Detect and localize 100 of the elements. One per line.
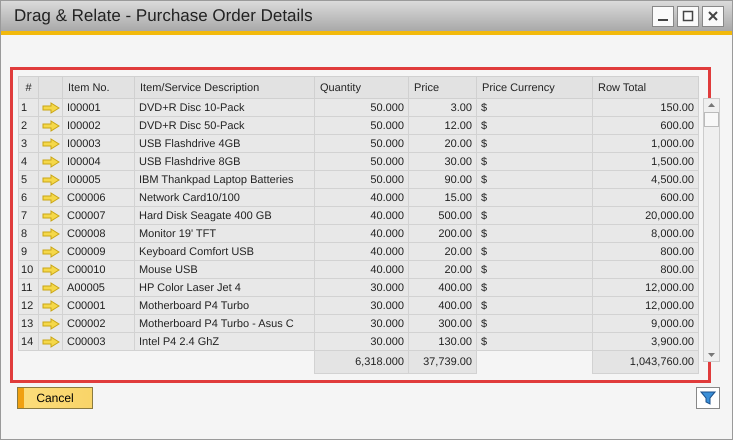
table-cell: 90.00	[408, 170, 476, 188]
link-arrow-icon[interactable]	[42, 102, 60, 114]
table-cell: $	[476, 170, 592, 188]
table-cell: 30.000	[314, 296, 408, 314]
table-cell: 40.000	[314, 224, 408, 242]
table-cell: Intel P4 2.4 GhZ	[134, 332, 314, 350]
table-cell: 1,000.00	[592, 134, 698, 152]
table-cell: HP Color Laser Jet 4	[134, 278, 314, 296]
table-cell: 600.00	[592, 116, 698, 134]
link-arrow-icon[interactable]	[42, 318, 60, 330]
table-cell: 400.00	[408, 278, 476, 296]
link-arrow-icon[interactable]	[42, 192, 60, 204]
row-number: 14	[18, 332, 38, 350]
row-number: 8	[18, 224, 38, 242]
table-cell: 800.00	[592, 242, 698, 260]
table-cell: 30.000	[314, 314, 408, 332]
table-cell: 20,000.00	[592, 206, 698, 224]
scroll-thumb[interactable]	[704, 112, 719, 127]
table-cell: Hard Disk Seagate 400 GB	[134, 206, 314, 224]
minimize-button[interactable]	[652, 6, 674, 26]
close-icon	[707, 10, 719, 22]
column-header[interactable]: Item/Service Description	[134, 76, 314, 98]
row-number: 5	[18, 170, 38, 188]
link-arrow-icon[interactable]	[42, 282, 60, 294]
table-cell: I00002	[62, 116, 134, 134]
row-number: 6	[18, 188, 38, 206]
table-cell: 8,000.00	[592, 224, 698, 242]
table-cell: $	[476, 134, 592, 152]
table-cell: 600.00	[592, 188, 698, 206]
table-cell: C00003	[62, 332, 134, 350]
column-header[interactable]: Quantity	[314, 76, 408, 98]
table-cell: 15.00	[408, 188, 476, 206]
table-cell: C00010	[62, 260, 134, 278]
table-cell: 800.00	[592, 260, 698, 278]
table-cell: 4,500.00	[592, 170, 698, 188]
link-arrow-icon[interactable]	[42, 300, 60, 312]
table-cell: I00004	[62, 152, 134, 170]
table-cell: DVD+R Disc 10-Pack	[134, 98, 314, 116]
table-cell: $	[476, 260, 592, 278]
table-cell: $	[476, 278, 592, 296]
link-arrow-icon[interactable]	[42, 138, 60, 150]
table-cell: $	[476, 116, 592, 134]
table-cell: C00006	[62, 188, 134, 206]
table-cell: 200.00	[408, 224, 476, 242]
row-number: 2	[18, 116, 38, 134]
table-cell: IBM Thankpad Laptop Batteries	[134, 170, 314, 188]
link-arrow-icon[interactable]	[42, 264, 60, 276]
column-header[interactable]: Item No.	[62, 76, 134, 98]
table-cell: 400.00	[408, 296, 476, 314]
table-cell: 1,500.00	[592, 152, 698, 170]
minimize-icon	[658, 19, 668, 21]
link-arrow-icon[interactable]	[42, 174, 60, 186]
row-number: 4	[18, 152, 38, 170]
row-number: 11	[18, 278, 38, 296]
link-arrow-icon[interactable]	[42, 120, 60, 132]
row-number: 3	[18, 134, 38, 152]
row-number: 10	[18, 260, 38, 278]
table-cell: I00001	[62, 98, 134, 116]
maximize-button[interactable]	[677, 6, 699, 26]
table-cell: 40.000	[314, 260, 408, 278]
table-cell: 50.000	[314, 116, 408, 134]
filter-icon	[700, 390, 716, 406]
table-cell: 50.000	[314, 152, 408, 170]
column-header[interactable]: Price Currency	[476, 76, 592, 98]
scrollbar[interactable]	[703, 98, 720, 362]
table-cell: 50.000	[314, 134, 408, 152]
row-number: 9	[18, 242, 38, 260]
column-header[interactable]: #	[18, 76, 38, 98]
table-cell: 300.00	[408, 314, 476, 332]
table-cell: $	[476, 296, 592, 314]
link-arrow-icon[interactable]	[42, 228, 60, 240]
table-cell: 20.00	[408, 260, 476, 278]
table-cell: 12.00	[408, 116, 476, 134]
table-cell: USB Flashdrive 4GB	[134, 134, 314, 152]
window-title: Drag & Relate - Purchase Order Details	[14, 6, 314, 26]
filter-button[interactable]	[696, 387, 720, 409]
table-cell: 12,000.00	[592, 296, 698, 314]
table-cell: 500.00	[408, 206, 476, 224]
table-cell: 40.000	[314, 242, 408, 260]
link-arrow-icon[interactable]	[42, 210, 60, 222]
table-cell: I00003	[62, 134, 134, 152]
table-cell: C00007	[62, 206, 134, 224]
total-cell: 1,043,760.00	[592, 350, 698, 374]
table-cell: 30.000	[314, 278, 408, 296]
column-header[interactable]: Price	[408, 76, 476, 98]
table-cell: $	[476, 224, 592, 242]
link-arrow-icon[interactable]	[42, 156, 60, 168]
table-cell: 12,000.00	[592, 278, 698, 296]
table-cell: Motherboard P4 Turbo	[134, 296, 314, 314]
table-cell: 20.00	[408, 242, 476, 260]
table-cell: 3,900.00	[592, 332, 698, 350]
close-button[interactable]	[702, 6, 724, 26]
cancel-button[interactable]: Cancel	[17, 387, 93, 409]
link-arrow-icon[interactable]	[42, 336, 60, 348]
column-header[interactable]: Row Total	[592, 76, 698, 98]
link-arrow-icon[interactable]	[42, 246, 60, 258]
maximize-icon	[682, 10, 694, 22]
table-cell: $	[476, 152, 592, 170]
table-cell: $	[476, 332, 592, 350]
row-number: 12	[18, 296, 38, 314]
